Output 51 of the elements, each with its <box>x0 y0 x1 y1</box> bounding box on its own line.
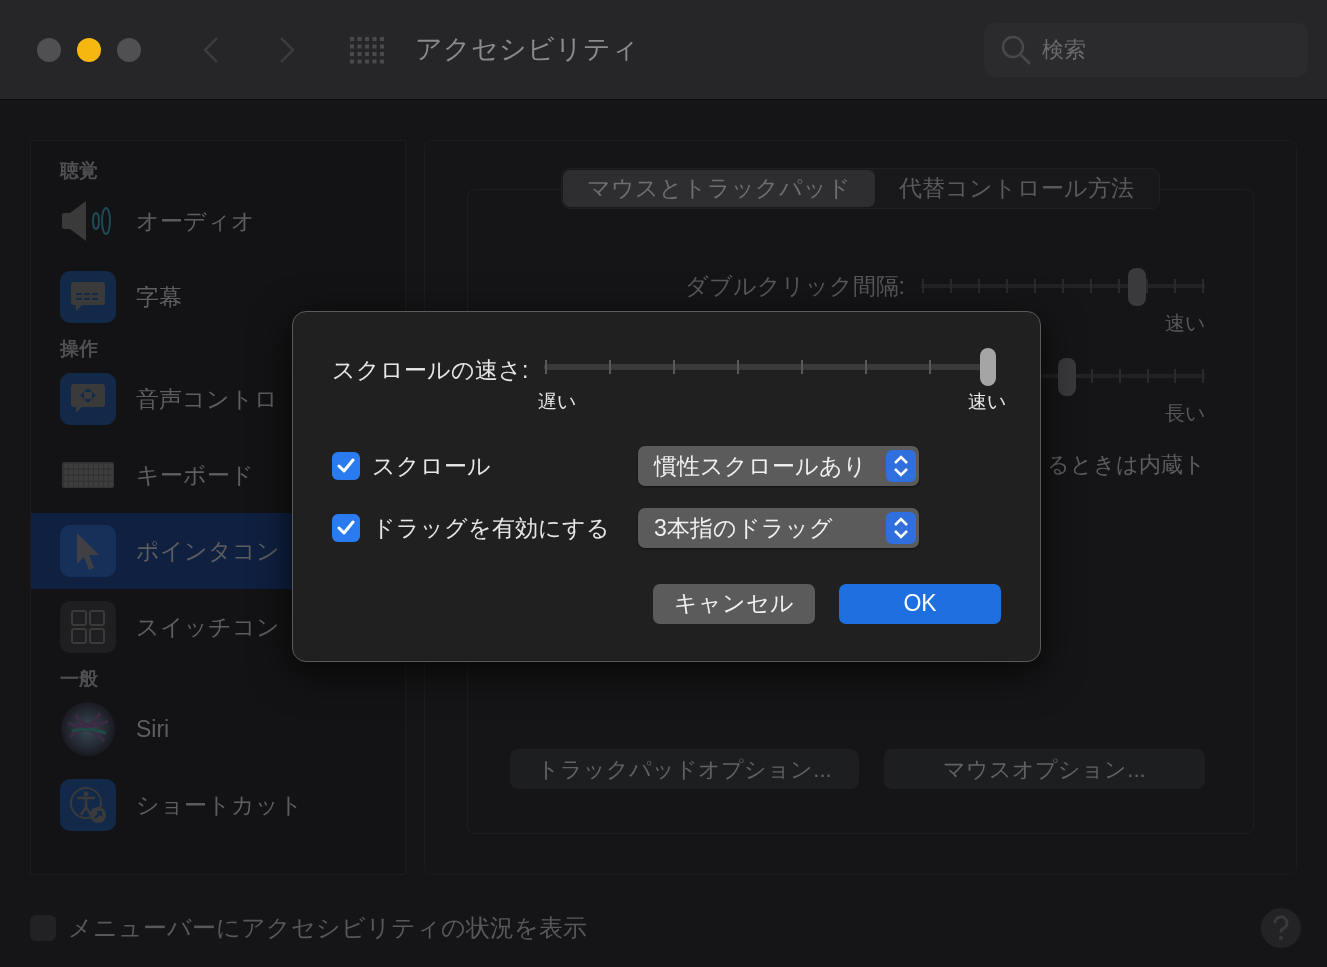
popup-button[interactable]: 慣性スクロールあり <box>638 446 919 486</box>
slider-thumb[interactable] <box>980 348 997 386</box>
section-header: 操作 <box>58 337 99 361</box>
minimize-button[interactable] <box>77 37 101 62</box>
section-header: 聴覚 <box>58 159 99 183</box>
checkbox[interactable] <box>332 514 360 542</box>
grid-icon <box>60 601 116 653</box>
tab[interactable]: マウスとトラックパッド <box>563 170 875 207</box>
sidebar-item[interactable]: ショートカット <box>31 767 405 843</box>
slider-thumb[interactable] <box>1057 358 1076 396</box>
slider-label: ダブルクリック間隔: <box>684 271 905 301</box>
stepper-icon <box>886 512 916 544</box>
zoom-button[interactable] <box>117 37 141 62</box>
search-input[interactable]: 検索 <box>1042 33 1282 66</box>
sidebar-item[interactable]: オーディオ <box>31 183 405 259</box>
sidebar-item[interactable]: スイッチコン <box>31 589 405 665</box>
options-button[interactable]: トラックパッドオプション... <box>510 749 859 789</box>
help-icon[interactable] <box>1261 908 1301 948</box>
close-button[interactable] <box>37 37 61 62</box>
window-title: アクセシビリティ <box>415 33 639 67</box>
checkbox-label: メニューバーにアクセシビリティの状況を表示 <box>68 913 587 943</box>
ok-button[interactable]: OK <box>839 583 1001 624</box>
keyboard-icon <box>62 462 114 488</box>
slider[interactable] <box>921 268 1205 304</box>
sidebar-item[interactable]: Siri <box>31 691 405 767</box>
search-icon <box>1000 33 1032 66</box>
captions-icon <box>60 271 116 323</box>
slider-caption: 長い <box>1165 401 1205 426</box>
grid-icon[interactable] <box>349 35 385 64</box>
speech-bubble-icon <box>60 373 116 425</box>
slider-caption: 速い <box>1165 311 1205 336</box>
cursor-icon <box>60 525 116 577</box>
sidebar-item[interactable]: 字幕 <box>31 259 405 335</box>
slider[interactable] <box>544 347 997 387</box>
section-header: 一般 <box>59 667 99 691</box>
checkmark-icon <box>337 458 355 474</box>
popup-button[interactable]: 3本指のドラッグ <box>638 508 919 548</box>
accessibility-icon <box>60 779 116 831</box>
checkbox[interactable] <box>332 452 360 480</box>
option-text: るときは内蔵ト <box>1047 451 1205 479</box>
slider-caption: 遅い <box>538 390 577 414</box>
search-field[interactable]: 検索 <box>984 22 1308 77</box>
orb-icon <box>60 701 116 757</box>
cancel-button[interactable]: キャンセル <box>653 583 815 624</box>
checkmark-icon <box>337 520 355 536</box>
slider-label: スクロールの速さ: <box>332 356 529 385</box>
stepper-icon <box>886 450 916 482</box>
slider-thumb[interactable] <box>1128 268 1147 306</box>
slider-caption: 速い <box>968 390 1007 414</box>
checkbox-label: スクロール <box>372 451 492 481</box>
options-button[interactable]: マウスオプション... <box>884 749 1205 789</box>
